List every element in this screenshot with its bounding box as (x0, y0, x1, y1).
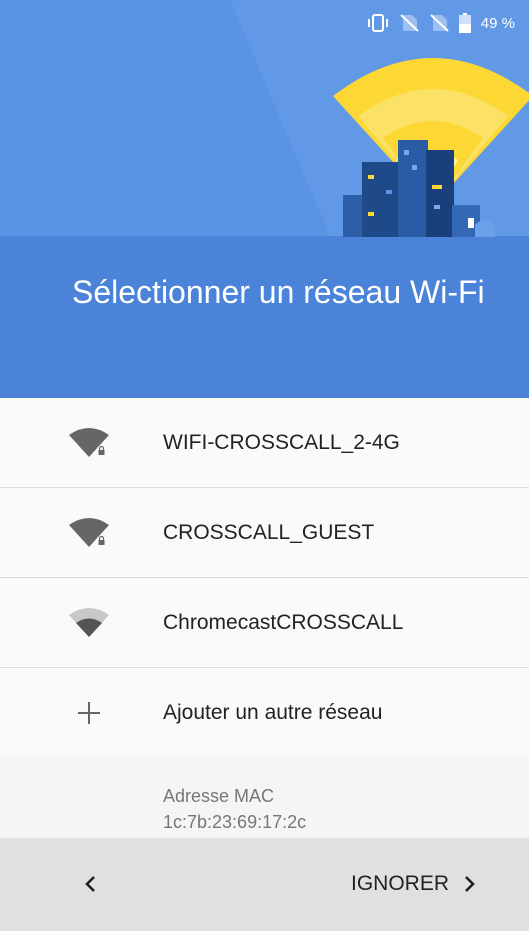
battery-percent: 49 % (480, 14, 515, 32)
bottom-navigation-bar: IGNORER (0, 838, 529, 931)
wifi-city-illustration (0, 0, 529, 398)
battery-icon (458, 13, 471, 33)
back-button[interactable] (66, 860, 114, 908)
wifi-lock-icon (64, 423, 114, 463)
vibrate-icon (367, 14, 389, 32)
mac-address-label: Adresse MAC (163, 786, 275, 806)
network-ssid: CROSSCALL_GUEST (163, 520, 375, 544)
page-title: Sélectionner un réseau Wi-Fi (72, 274, 485, 310)
network-item[interactable]: CROSSCALL_GUEST (0, 488, 529, 578)
network-ssid: WIFI-CROSSCALL_2-4G (163, 430, 400, 454)
status-bar: 49 % (0, 0, 529, 46)
network-ssid: ChromecastCROSSCALL (163, 610, 404, 634)
add-network-button[interactable]: Ajouter un autre réseau (0, 668, 529, 757)
mac-address-block: Adresse MAC 1c:7b:23:69:17:2c (163, 783, 306, 835)
header-banner: 49 % Sélectionner un réseau Wi-Fi (0, 0, 529, 398)
mac-address-value: 1c:7b:23:69:17:2c (163, 812, 307, 832)
chevron-left-icon (85, 876, 95, 892)
network-item[interactable]: WIFI-CROSSCALL_2-4G (0, 398, 529, 488)
skip-button[interactable]: IGNORER (351, 860, 477, 908)
wifi-network-list: WIFI-CROSSCALL_2-4G CROSSCALL_GUEST Chro… (0, 398, 529, 757)
chevron-right-icon (465, 876, 475, 892)
plus-icon (64, 693, 114, 733)
network-item[interactable]: ChromecastCROSSCALL (0, 578, 529, 668)
wifi-icon (64, 603, 114, 643)
no-sim-icon (429, 14, 449, 32)
no-sim-icon (399, 14, 419, 32)
add-network-label: Ajouter un autre réseau (163, 700, 383, 724)
skip-label: IGNORER (350, 872, 449, 895)
wifi-lock-icon (64, 513, 114, 553)
